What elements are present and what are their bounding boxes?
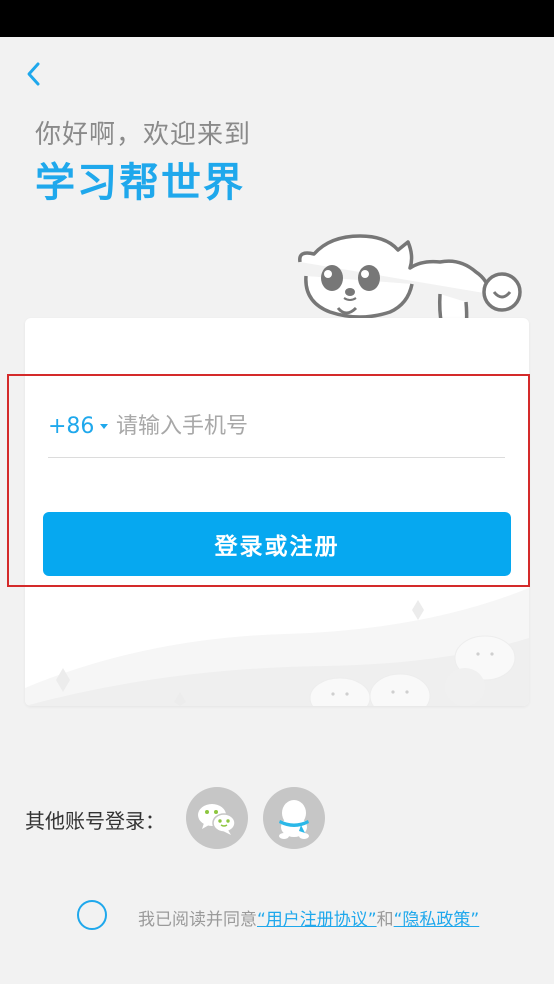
chevron-left-icon [27,62,40,86]
user-agreement-link[interactable]: “用户注册协议” [257,910,377,930]
input-divider [48,457,505,458]
country-code-label: +86 [48,413,95,439]
agreement-prefix: 我已阅读并同意 [138,910,257,930]
wechat-login-button[interactable] [186,787,248,849]
country-code-selector[interactable]: +86 [48,410,109,442]
agreement-conjunction: 和 [376,910,394,930]
other-login-label: 其他账号登录： [25,809,165,833]
back-button[interactable] [18,56,54,92]
qq-login-button[interactable] [263,787,325,849]
qq-icon [279,800,309,839]
agreement-text: 我已阅读并同意“用户注册协议”和“隐私政策” [138,905,479,930]
agreement-radio[interactable] [77,900,107,930]
wechat-icon [198,804,236,835]
login-register-button[interactable]: 登录或注册 [43,512,511,576]
brand-title: 学习帮世界 [35,160,245,206]
status-bar [0,0,554,37]
privacy-policy-link[interactable]: “隐私政策” [394,910,480,930]
caret-down-icon [100,423,109,429]
phone-number-input[interactable] [116,406,496,446]
greeting-text: 你好啊，欢迎来到 [35,120,252,150]
